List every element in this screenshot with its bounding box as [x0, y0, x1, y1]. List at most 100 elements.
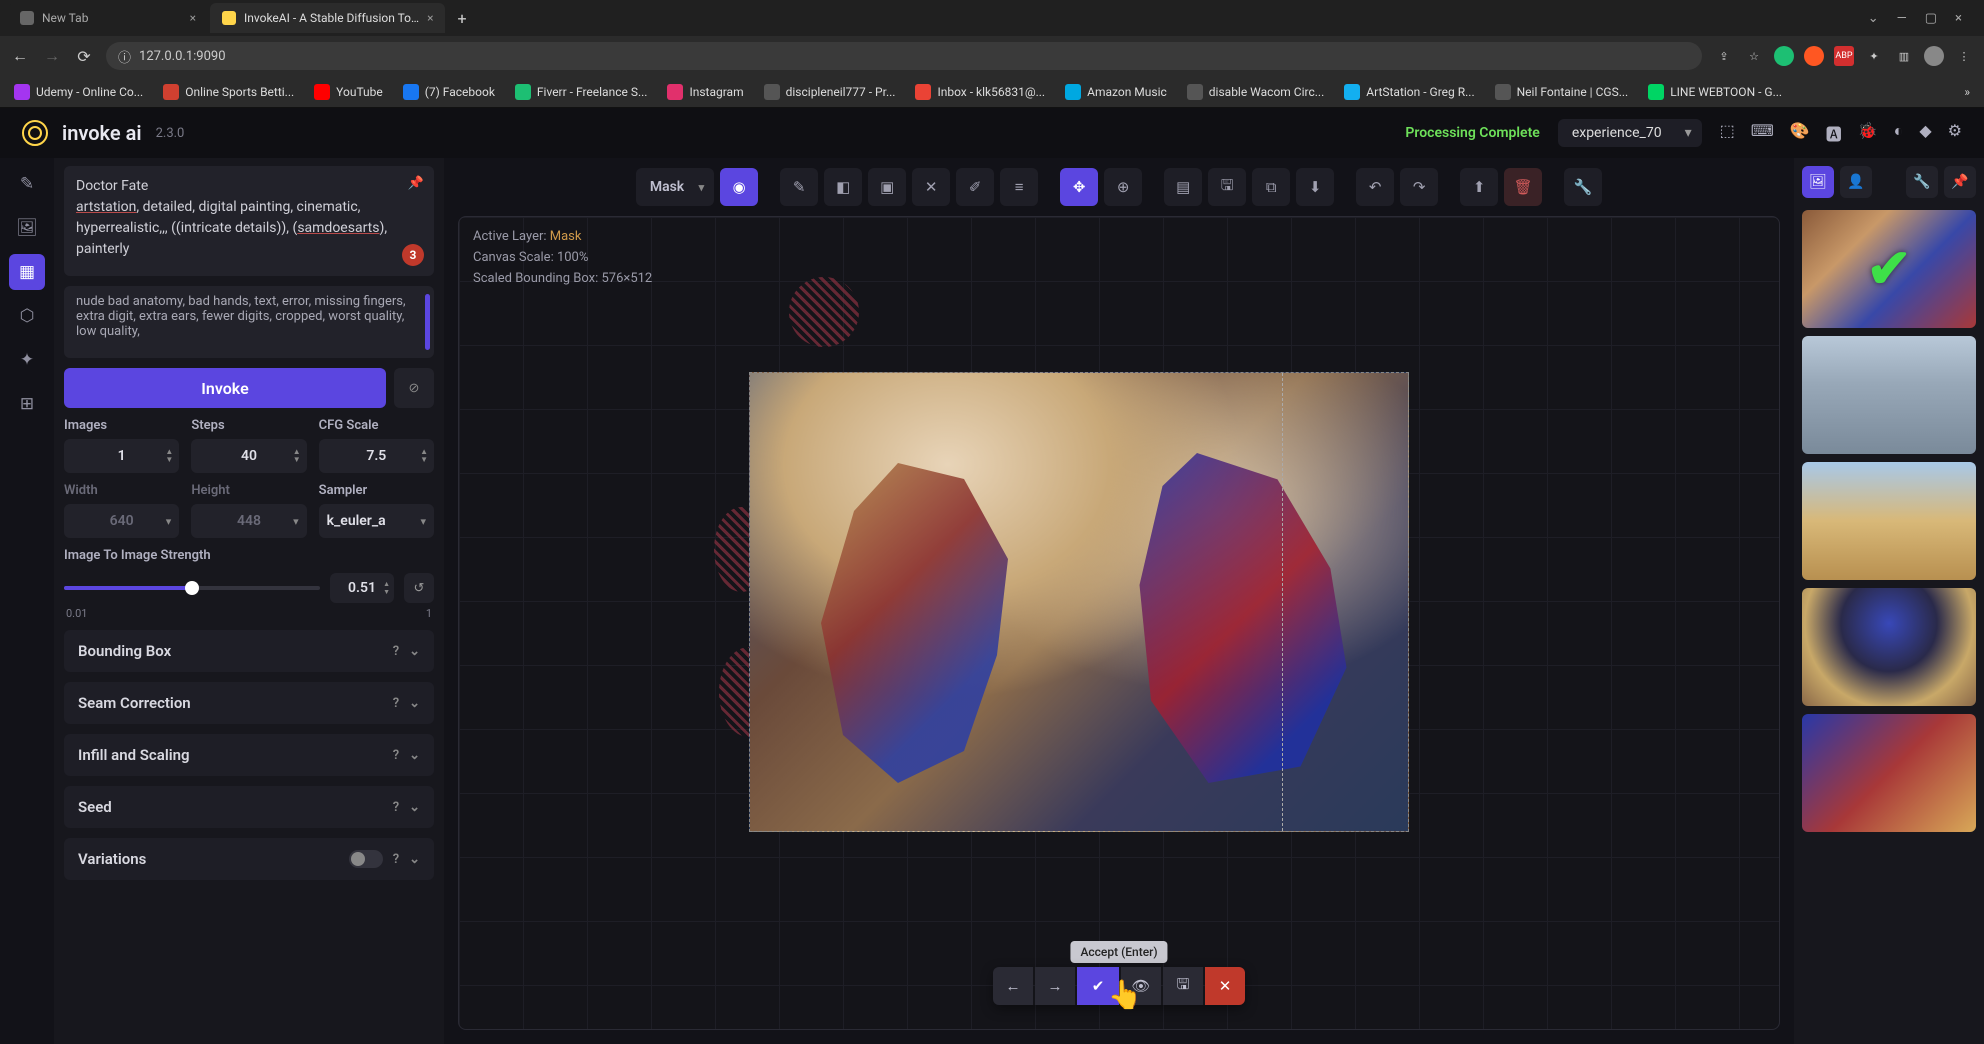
url-input[interactable]: ⓘ 127.0.0.1:9090 — [106, 42, 1702, 70]
clear-canvas[interactable]: 🗑 — [1504, 168, 1542, 206]
close-icon[interactable]: × — [1955, 11, 1962, 26]
palette-icon[interactable]: 🎨 — [1790, 121, 1810, 145]
bookmark-item[interactable]: disable Wacom Circ... — [1187, 84, 1324, 100]
brush-tool[interactable]: ✎ — [780, 168, 818, 206]
bookmark-item[interactable]: LINE WEBTOON - G... — [1648, 84, 1782, 100]
canvas-image[interactable] — [749, 372, 1409, 832]
gallery-pin[interactable]: 📌 — [1944, 166, 1976, 198]
variations-toggle[interactable] — [349, 850, 383, 868]
profile-avatar[interactable] — [1924, 46, 1944, 66]
extension-icon[interactable] — [1774, 46, 1794, 66]
cube-icon[interactable]: ⬚ — [1720, 121, 1735, 145]
rail-postprocess[interactable]: ✦ — [9, 342, 45, 378]
extension-icon[interactable] — [1804, 46, 1824, 66]
brush-options[interactable]: ≡ — [1000, 168, 1038, 206]
width-select[interactable]: ▾ — [64, 504, 179, 538]
help-icon[interactable]: ? — [393, 644, 399, 659]
bookmark-item[interactable]: Inbox - klk56831@... — [915, 84, 1045, 100]
gallery-results-tab[interactable]: 🖼 — [1802, 166, 1834, 198]
steps-input[interactable]: ▲▼ — [191, 439, 306, 473]
gallery-settings[interactable]: 🔧 — [1906, 166, 1938, 198]
accordion-variations[interactable]: Variations ?⌄ — [64, 838, 434, 880]
save-to-gallery[interactable]: 🖫 — [1208, 168, 1246, 206]
maximize-icon[interactable]: ▢ — [1925, 11, 1937, 26]
settings-icon[interactable]: ⚙ — [1948, 121, 1962, 145]
bookmark-item[interactable]: Udemy - Online Co... — [14, 84, 143, 100]
gallery-thumbnail[interactable] — [1802, 714, 1976, 832]
help-icon[interactable]: ? — [393, 748, 399, 763]
bookmark-item[interactable]: Neil Fontaine | CGS... — [1495, 84, 1629, 100]
reset-button[interactable]: ↺ — [404, 573, 434, 603]
accordion-bounding-box[interactable]: Bounding Box ?⌄ — [64, 630, 434, 672]
help-icon[interactable]: ? — [393, 852, 399, 867]
close-icon[interactable]: × — [427, 11, 433, 25]
copy-to-clipboard[interactable]: ⧉ — [1252, 168, 1290, 206]
new-tab-button[interactable]: + — [447, 9, 476, 28]
accordion-infill-scaling[interactable]: Infill and Scaling ?⌄ — [64, 734, 434, 776]
rail-training[interactable]: ⊞ — [9, 386, 45, 422]
layer-select[interactable]: Mask — [636, 168, 714, 206]
forward-button[interactable]: → — [42, 46, 62, 66]
staging-discard[interactable]: ✕ — [1205, 967, 1245, 1005]
stepper-icon[interactable]: ▲▼ — [420, 448, 428, 464]
height-select[interactable]: ▾ — [191, 504, 306, 538]
images-input[interactable]: ▲▼ — [64, 439, 179, 473]
bug-icon[interactable]: 🐞 — [1858, 121, 1878, 145]
gallery-uploads-tab[interactable]: 👤 — [1840, 166, 1872, 198]
close-icon[interactable]: × — [190, 11, 196, 25]
pin-icon[interactable]: 📌 — [408, 174, 424, 194]
cancel-button[interactable]: ⊘ — [394, 368, 434, 408]
i2i-strength-value[interactable]: 0.51 ▲▼ — [330, 573, 394, 603]
rail-img2img[interactable]: 🖼 — [9, 210, 45, 246]
gallery-thumbnail[interactable] — [1802, 588, 1976, 706]
stepper-icon[interactable]: ▲▼ — [383, 580, 390, 596]
bookmark-item[interactable]: Fiverr - Freelance S... — [515, 84, 648, 100]
language-icon[interactable]: 🅰 — [1826, 121, 1842, 145]
bookmark-star-icon[interactable]: ☆ — [1744, 46, 1764, 66]
bookmark-item[interactable]: (7) Facebook — [403, 84, 495, 100]
discord-icon[interactable]: ◆ — [1919, 121, 1931, 145]
staging-accept[interactable]: ✔ — [1077, 967, 1119, 1005]
gallery-thumbnail[interactable] — [1802, 336, 1976, 454]
merge-visible[interactable]: ▤ — [1164, 168, 1202, 206]
invoke-button[interactable]: Invoke — [64, 368, 386, 408]
accordion-seed[interactable]: Seed ?⌄ — [64, 786, 434, 828]
bookmark-item[interactable]: Instagram — [667, 84, 743, 100]
reload-button[interactable]: ⟳ — [74, 47, 94, 66]
browser-tab[interactable]: New Tab × — [8, 3, 208, 33]
bookmark-overflow[interactable]: » — [1964, 85, 1970, 99]
download-image[interactable]: ⬇ — [1296, 168, 1334, 206]
mask-options-button[interactable]: ◉ — [720, 168, 758, 206]
staging-prev[interactable]: ← — [993, 967, 1033, 1005]
help-icon[interactable]: ? — [393, 800, 399, 815]
help-icon[interactable]: ? — [393, 696, 399, 711]
caret-down-icon[interactable]: ⌄ — [1868, 11, 1879, 26]
clear-mask[interactable]: ✕ — [912, 168, 950, 206]
move-tool[interactable]: ✥ — [1060, 168, 1098, 206]
positive-prompt-input[interactable]: 📌 Doctor Fate artstation, detailed, digi… — [64, 166, 434, 276]
stepper-icon[interactable]: ▲▼ — [293, 448, 301, 464]
share-icon[interactable]: ⇪ — [1714, 46, 1734, 66]
bookmark-item[interactable]: discipleneil777 - Pr... — [764, 84, 896, 100]
bookmark-item[interactable]: Amazon Music — [1065, 84, 1167, 100]
i2i-strength-slider[interactable] — [64, 586, 320, 590]
back-button[interactable]: ← — [10, 46, 30, 66]
fill-tool[interactable]: ▣ — [868, 168, 906, 206]
extension-icon[interactable]: ABP — [1834, 46, 1854, 66]
sidepanel-icon[interactable]: ▥ — [1894, 46, 1914, 66]
staging-toggle-view[interactable]: 👁 — [1121, 967, 1161, 1005]
color-picker-tool[interactable]: ✐ — [956, 168, 994, 206]
extensions-icon[interactable]: ✦ — [1864, 46, 1884, 66]
rail-unified-canvas[interactable]: ▦ — [9, 254, 45, 290]
accordion-seam-correction[interactable]: Seam Correction ?⌄ — [64, 682, 434, 724]
negative-prompt-input[interactable]: nude bad anatomy, bad hands, text, error… — [64, 286, 434, 358]
staging-save[interactable]: 🖫 — [1163, 967, 1203, 1005]
bookmark-item[interactable]: ArtStation - Greg R... — [1344, 84, 1474, 100]
gallery-thumbnail[interactable] — [1802, 210, 1976, 328]
gallery-thumbnail[interactable] — [1802, 462, 1976, 580]
redo-button[interactable]: ↷ — [1400, 168, 1438, 206]
bookmark-item[interactable]: Online Sports Betti... — [163, 84, 294, 100]
reset-view[interactable]: ⊕ — [1104, 168, 1142, 206]
stepper-icon[interactable]: ▲▼ — [165, 448, 173, 464]
canvas-settings[interactable]: 🔧 — [1564, 168, 1602, 206]
